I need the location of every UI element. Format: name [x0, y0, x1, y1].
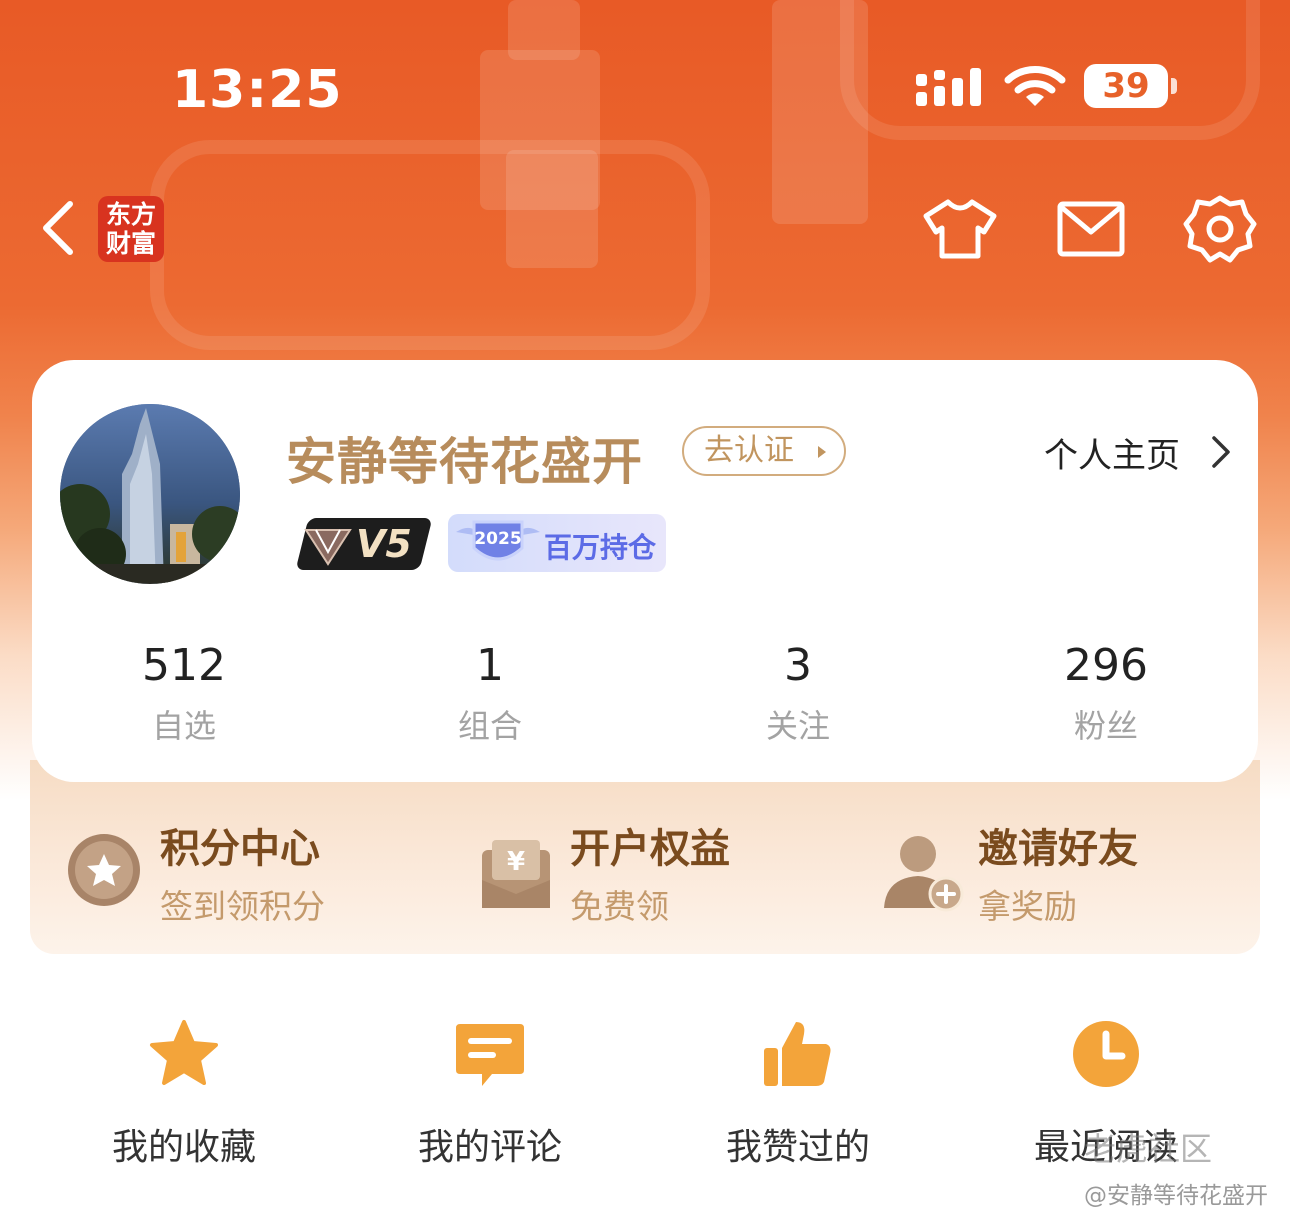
logo-text-line2: 财富 — [105, 229, 156, 258]
back-arrow-icon[interactable] — [36, 196, 84, 260]
chevron-right-icon[interactable] — [1210, 434, 1232, 470]
vip-level-text: V5 — [356, 522, 412, 566]
comment-icon — [456, 1024, 524, 1086]
stat-watchlist[interactable]: 512 自选 — [74, 640, 294, 747]
app-logo[interactable]: 东方 财富 — [98, 196, 164, 262]
avatar[interactable] — [60, 404, 240, 584]
mail-icon[interactable] — [1054, 194, 1130, 264]
stat-portfolios[interactable]: 1 组合 — [380, 640, 600, 747]
username: 安静等待花盛开 — [286, 433, 643, 491]
status-time: 13:25 — [172, 60, 343, 120]
watermark: 老虎社区 — [1084, 1130, 1213, 1168]
wing-shield-icon: 2025 — [456, 520, 540, 561]
perk-title: 邀请好友 — [978, 826, 1138, 872]
svg-text:¥: ¥ — [507, 847, 525, 877]
holding-badge-label: 百万持仓 — [544, 531, 657, 564]
battery-tip — [1171, 78, 1177, 94]
points-center[interactable]: 积分中心 签到领积分 — [64, 816, 424, 936]
personal-homepage-link[interactable]: 个人主页 — [1044, 428, 1180, 477]
status-bar: 13:25 39 — [0, 0, 1290, 150]
diamond-icon — [304, 529, 352, 566]
verify-button[interactable]: 去认证 — [682, 426, 846, 476]
profile-card: 安静等待花盛开 去认证 个人主页 V5 2025 百万持仓 512 自选 1 组… — [32, 360, 1258, 782]
tshirt-icon[interactable] — [922, 194, 998, 264]
account-opening-benefits[interactable]: ¥ 开户权益 免费领 — [474, 816, 814, 936]
cellular-signal-icon — [916, 68, 981, 106]
my-likes[interactable]: 我赞过的 — [678, 1016, 918, 1170]
quick-link-label: 我的评论 — [417, 1127, 562, 1168]
quick-link-label: 我的收藏 — [111, 1127, 256, 1168]
perk-title: 积分中心 — [160, 826, 320, 872]
settings-gear-icon[interactable] — [1182, 194, 1258, 264]
verify-button-label: 去认证 — [704, 433, 794, 468]
perks-strip: 积分中心 签到领积分 ¥ 开户权益 免费领 邀请好友 拿奖励 — [30, 760, 1260, 954]
perk-title: 开户权益 — [570, 826, 730, 872]
watermark-author: @安静等待花盛开 — [1084, 1183, 1268, 1209]
logo-text-line1: 东方 — [105, 200, 156, 229]
holding-badge[interactable]: 2025 百万持仓 — [448, 514, 666, 572]
clock-icon — [1073, 1021, 1139, 1087]
stat-label: 自选 — [151, 707, 216, 745]
perk-subtitle: 拿奖励 — [978, 887, 1077, 926]
stat-value: 3 — [784, 640, 812, 691]
wifi-icon — [1004, 66, 1066, 106]
my-favorites[interactable]: 我的收藏 — [64, 1016, 304, 1170]
stat-label: 关注 — [765, 707, 830, 745]
star-icon — [150, 1020, 218, 1085]
add-user-icon — [884, 836, 964, 912]
stat-following[interactable]: 3 关注 — [688, 640, 908, 747]
invite-friends[interactable]: 邀请好友 拿奖励 — [882, 816, 1242, 936]
red-envelope-yuan-icon: ¥ — [482, 840, 550, 908]
stat-value: 296 — [1064, 640, 1148, 691]
stat-label: 粉丝 — [1073, 707, 1138, 745]
avatar-image — [60, 404, 240, 584]
thumbs-up-icon — [764, 1022, 831, 1086]
vip-level-badge[interactable]: V5 — [292, 518, 433, 570]
stat-value: 1 — [476, 640, 504, 691]
stat-fans[interactable]: 296 粉丝 — [996, 640, 1216, 747]
badge-year: 2025 — [474, 529, 521, 549]
perk-subtitle: 免费领 — [570, 887, 669, 926]
stat-label: 组合 — [457, 707, 522, 745]
perk-subtitle: 签到领积分 — [160, 887, 325, 926]
stat-value: 512 — [142, 640, 226, 691]
top-navigation: 东方 财富 — [0, 190, 1290, 270]
quick-link-label: 我赞过的 — [725, 1127, 870, 1168]
play-arrow-icon — [818, 446, 826, 458]
points-star-badge-icon — [68, 834, 140, 906]
my-comments[interactable]: 我的评论 — [370, 1016, 610, 1170]
battery-indicator: 39 — [1084, 64, 1168, 108]
